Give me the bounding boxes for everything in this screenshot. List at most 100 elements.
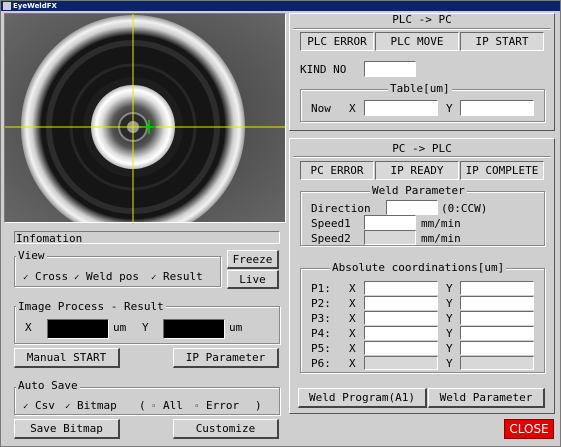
speed2-field	[364, 230, 416, 245]
table-y-label: Y	[446, 102, 453, 115]
bitmap-checkbox[interactable]: ✓ Bitmap	[65, 399, 117, 412]
kind-no-label: KIND NO	[300, 63, 347, 76]
cross-checkbox[interactable]: ✓ Cross	[23, 270, 68, 283]
result-x-label: X	[25, 321, 32, 334]
now-label: Now	[311, 102, 331, 115]
coord-y-field[interactable]	[460, 281, 534, 295]
result-x-unit: um	[113, 321, 127, 334]
cross-label: Cross	[35, 270, 69, 283]
csv-label: Csv	[35, 399, 55, 412]
speed1-unit: mm/min	[421, 217, 461, 230]
main-window: EyeWeldFX Infomation View ✓ Cross ✓ Weld…	[0, 0, 561, 447]
radio-icon: ◦	[151, 402, 157, 412]
coord-y-label: Y	[446, 282, 453, 295]
live-button[interactable]: Live	[227, 270, 279, 289]
divider	[293, 28, 551, 30]
ip-ready-indicator: IP READY	[375, 161, 459, 180]
coord-x-label: X	[349, 357, 356, 370]
coord-x-field	[364, 356, 438, 370]
result-y-label: Y	[142, 321, 149, 334]
speed1-label: Speed1	[311, 217, 351, 230]
coord-y-label: Y	[446, 312, 453, 325]
speed1-field[interactable]	[364, 215, 416, 230]
coord-y-label: Y	[446, 297, 453, 310]
view-title: View	[16, 249, 47, 262]
ip-complete-indicator: IP COMPLETE	[460, 161, 544, 180]
coord-y-field[interactable]	[460, 311, 534, 325]
weld-parameter-button[interactable]: Weld Parameter	[428, 388, 545, 408]
auto-save-title: Auto Save	[16, 379, 80, 392]
check-icon: ✓	[65, 402, 71, 412]
paren-close: )	[255, 399, 262, 412]
divider	[293, 156, 551, 158]
freeze-button[interactable]: Freeze	[227, 250, 279, 269]
weld-program-button[interactable]: Weld Program(A1)	[298, 388, 427, 408]
plc-error-indicator: PLC ERROR	[300, 32, 374, 51]
direction-hint: (0:CCW)	[441, 202, 488, 215]
check-icon: ✓	[151, 273, 157, 283]
error-radio[interactable]: ◦ Error	[194, 399, 239, 412]
close-button[interactable]: CLOSE	[504, 419, 554, 439]
coord-row-label: P4:	[311, 327, 331, 340]
table-x-label: X	[349, 102, 356, 115]
coord-row-label: P2:	[311, 297, 331, 310]
table-x-field[interactable]	[364, 100, 438, 116]
pc-error-indicator: PC ERROR	[300, 161, 374, 180]
app-icon	[3, 2, 11, 10]
speed2-label: Speed2	[311, 232, 351, 245]
coord-row-label: P5:	[311, 342, 331, 355]
table-y-field[interactable]	[460, 100, 534, 116]
image-process-title: Image Process - Result	[16, 300, 166, 313]
check-icon: ✓	[23, 402, 29, 412]
coord-y-field	[460, 356, 534, 370]
save-bitmap-button[interactable]: Save Bitmap	[14, 419, 120, 439]
result-label: Result	[163, 270, 203, 283]
coord-y-label: Y	[446, 342, 453, 355]
all-radio[interactable]: ◦ All	[151, 399, 183, 412]
coord-x-label: X	[349, 327, 356, 340]
coord-y-field[interactable]	[460, 341, 534, 355]
coord-x-label: X	[349, 282, 356, 295]
coord-y-field[interactable]	[460, 326, 534, 340]
info-title: Infomation	[16, 232, 83, 245]
coord-x-label: X	[349, 297, 356, 310]
check-icon: ✓	[23, 273, 29, 283]
plc-to-pc-header: PLC -> PC	[392, 13, 452, 26]
ip-start-indicator: IP START	[460, 32, 544, 51]
coord-row-label: P1:	[311, 282, 331, 295]
coord-x-field[interactable]	[364, 341, 438, 355]
camera-view[interactable]	[4, 13, 286, 223]
csv-checkbox[interactable]: ✓ Csv	[23, 399, 55, 412]
direction-label: Direction	[311, 202, 371, 215]
weld-pos-label: Weld pos	[86, 270, 140, 283]
coord-x-field[interactable]	[364, 311, 438, 325]
pc-to-plc-header: PC -> PLC	[392, 142, 452, 155]
paren-open: (	[139, 399, 146, 412]
weld-pos-checkbox[interactable]: ✓ Weld pos	[74, 270, 139, 283]
radio-icon: ◦	[194, 402, 200, 412]
weld-parameter-title: Weld Parameter	[370, 184, 467, 197]
kind-no-field[interactable]	[364, 61, 416, 77]
all-label: All	[163, 399, 183, 412]
coord-y-label: Y	[446, 357, 453, 370]
speed2-unit: mm/min	[421, 232, 461, 245]
coord-x-field[interactable]	[364, 326, 438, 340]
info-header: Infomation	[14, 231, 280, 245]
title-bar: EyeWeldFX	[1, 1, 560, 11]
result-x-value	[47, 319, 109, 339]
result-checkbox[interactable]: ✓ Result	[151, 270, 203, 283]
check-icon: ✓	[74, 273, 80, 283]
result-y-unit: um	[229, 321, 243, 334]
direction-field[interactable]	[386, 200, 438, 215]
window-title: EyeWeldFX	[13, 2, 57, 10]
coord-x-field[interactable]	[364, 281, 438, 295]
coord-x-field[interactable]	[364, 296, 438, 310]
customize-button[interactable]: Customize	[173, 419, 279, 439]
coord-y-field[interactable]	[460, 296, 534, 310]
error-label: Error	[206, 399, 240, 412]
ip-parameter-button[interactable]: IP Parameter	[173, 348, 279, 368]
coord-row-label: P6:	[311, 357, 331, 370]
coords-title: Absolute coordinations[um]	[330, 261, 507, 274]
manual-start-button[interactable]: Manual START	[14, 348, 120, 368]
coord-x-label: X	[349, 312, 356, 325]
